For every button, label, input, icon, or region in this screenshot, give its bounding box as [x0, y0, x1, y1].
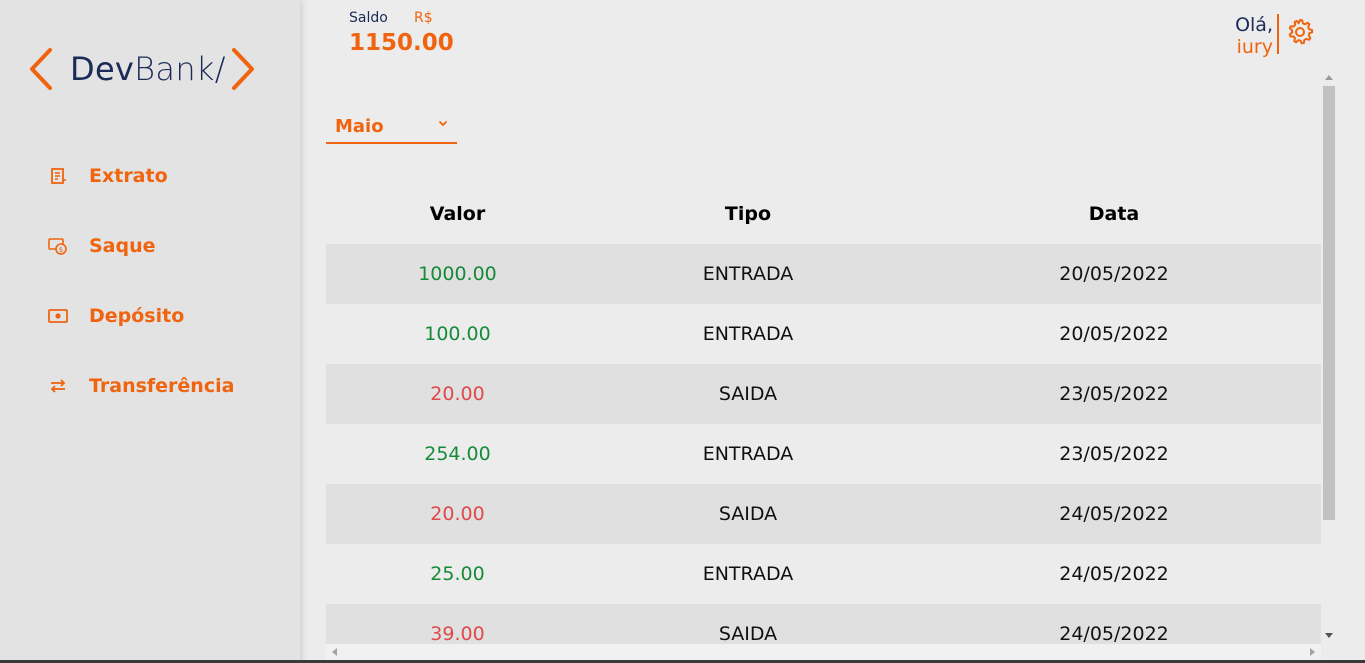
- table-row: 20.00 SAIDA 23/05/2022: [326, 364, 1321, 424]
- sidebar-nav: Extrato $ Saque Depósito Transferência: [48, 160, 234, 440]
- cell-valor: 254.00: [326, 424, 589, 484]
- sidebar: DevBank/ Extrato $ Saque Depósito Transf…: [0, 0, 300, 663]
- scroll-up-arrow-icon[interactable]: [1325, 75, 1333, 80]
- table-row: 1000.00 ENTRADA 20/05/2022: [326, 244, 1321, 304]
- cell-tipo: ENTRADA: [589, 244, 907, 304]
- left-bracket-icon: [30, 48, 52, 90]
- cell-data: 20/05/2022: [907, 244, 1321, 304]
- column-header-data: Data: [1088, 203, 1140, 225]
- cell-tipo: SAIDA: [589, 604, 907, 644]
- cell-tipo: ENTRADA: [589, 424, 907, 484]
- gear-icon[interactable]: [1284, 16, 1316, 48]
- month-select[interactable]: Maio: [326, 110, 457, 144]
- cell-valor: 1000.00: [326, 244, 589, 304]
- username: iury: [1236, 36, 1273, 58]
- greeting-divider: [1277, 14, 1279, 54]
- user-greeting: Olá, iury: [1235, 14, 1273, 58]
- scroll-right-arrow-icon[interactable]: [1310, 648, 1315, 656]
- logo-wordmark: DevBank/: [70, 50, 226, 88]
- balance-value: 1150.00: [349, 30, 454, 56]
- cell-tipo: SAIDA: [589, 484, 907, 544]
- cash-withdraw-icon: $: [48, 236, 68, 256]
- vertical-scrollbar[interactable]: [1321, 70, 1338, 644]
- cell-data: 24/05/2022: [907, 604, 1321, 644]
- deposit-icon: [48, 306, 68, 326]
- cell-data: 24/05/2022: [907, 484, 1321, 544]
- month-select-value: Maio: [335, 115, 384, 137]
- cell-data: 23/05/2022: [907, 364, 1321, 424]
- cell-valor: 20.00: [326, 484, 589, 544]
- transfer-arrows-icon: [48, 376, 68, 396]
- sidebar-item-extrato[interactable]: Extrato: [48, 160, 234, 192]
- cell-data: 24/05/2022: [907, 544, 1321, 604]
- scroll-left-arrow-icon[interactable]: [332, 648, 337, 656]
- transactions-table-container: Valor Tipo Data 1000.00 ENTRADA 20/05/20…: [326, 184, 1321, 644]
- transactions-table: Valor Tipo Data 1000.00 ENTRADA 20/05/20…: [326, 184, 1321, 644]
- cell-valor: 100.00: [326, 304, 589, 364]
- cell-tipo: ENTRADA: [589, 544, 907, 604]
- scroll-down-arrow-icon[interactable]: [1325, 633, 1333, 638]
- sidebar-item-label: Depósito: [89, 305, 185, 327]
- sidebar-item-label: Transferência: [89, 375, 235, 397]
- cell-data: 20/05/2022: [907, 304, 1321, 364]
- sidebar-item-label: Saque: [89, 235, 156, 257]
- balance-currency: R$: [414, 10, 433, 26]
- cell-valor: 39.00: [326, 604, 589, 644]
- greeting-text: Olá,: [1235, 14, 1273, 36]
- cell-tipo: SAIDA: [589, 364, 907, 424]
- horizontal-scrollbar[interactable]: [326, 644, 1321, 660]
- table-header-row: Valor Tipo Data: [326, 184, 1321, 244]
- table-row: 20.00 SAIDA 24/05/2022: [326, 484, 1321, 544]
- svg-text:$: $: [59, 246, 63, 254]
- sidebar-item-deposito[interactable]: Depósito: [48, 300, 234, 332]
- cell-tipo: ENTRADA: [589, 304, 907, 364]
- table-row: 25.00 ENTRADA 24/05/2022: [326, 544, 1321, 604]
- cell-valor: 20.00: [326, 364, 589, 424]
- table-row: 39.00 SAIDA 24/05/2022: [326, 604, 1321, 644]
- right-bracket-icon: [231, 48, 254, 90]
- cell-valor: 25.00: [326, 544, 589, 604]
- logo-dev-text: Dev: [70, 50, 135, 88]
- column-header-tipo: Tipo: [724, 203, 772, 225]
- chevron-down-icon: [439, 121, 447, 127]
- table-row: 100.00 ENTRADA 20/05/2022: [326, 304, 1321, 364]
- balance-label: Saldo: [349, 10, 388, 26]
- column-header-valor: Valor: [429, 203, 486, 225]
- logo-bank-text: Bank/: [134, 50, 226, 88]
- scrollbar-thumb[interactable]: [1323, 86, 1335, 520]
- sidebar-item-label: Extrato: [89, 165, 168, 187]
- table-row: 254.00 ENTRADA 23/05/2022: [326, 424, 1321, 484]
- sidebar-item-saque[interactable]: $ Saque: [48, 230, 234, 262]
- devbank-logo[interactable]: DevBank/: [28, 46, 256, 92]
- sidebar-item-transferencia[interactable]: Transferência: [48, 370, 234, 402]
- receipt-icon: [48, 166, 68, 186]
- cell-data: 23/05/2022: [907, 424, 1321, 484]
